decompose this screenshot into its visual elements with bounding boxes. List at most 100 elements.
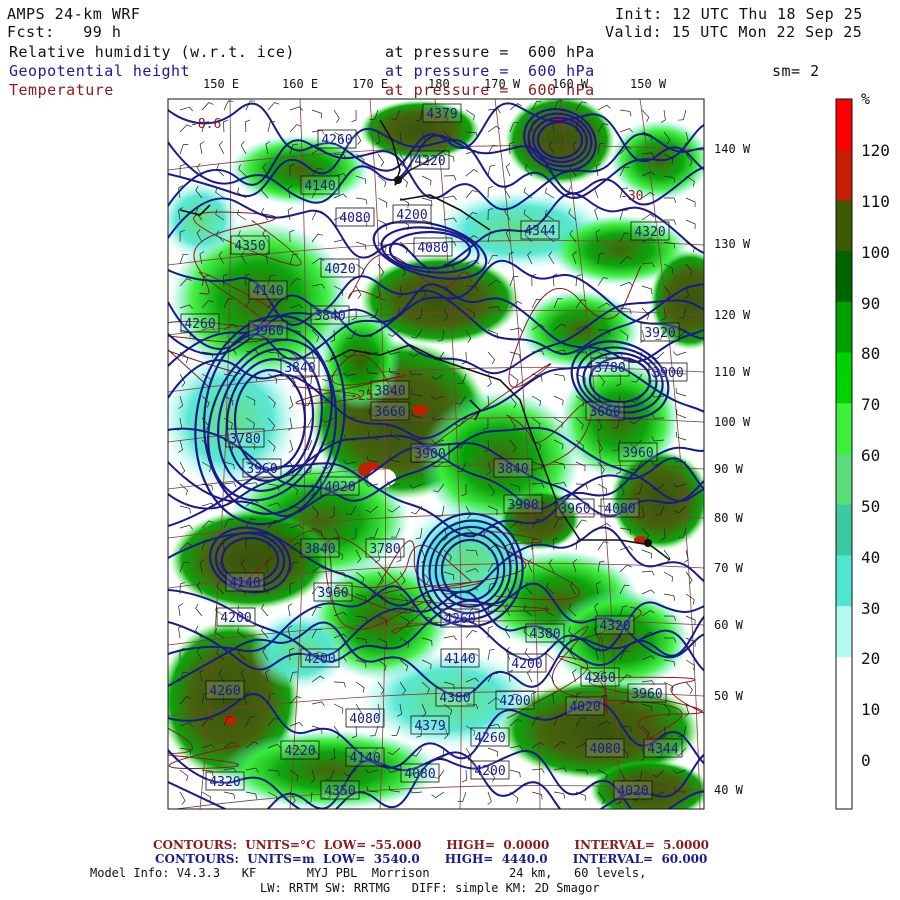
height-contour-label: 3960: [627, 683, 667, 703]
height-contour-label: 4020: [613, 780, 653, 800]
height-value: 3960: [252, 324, 283, 339]
height-contour-label: 4200: [507, 653, 547, 673]
colorbar-label: 30: [861, 599, 881, 618]
height-value: 4380: [529, 627, 560, 642]
height-value: 4140: [444, 652, 475, 667]
height-value: 4020: [324, 480, 355, 495]
height-contour-label: 4260: [580, 667, 620, 687]
height-contour-label: 4140: [225, 572, 265, 592]
height-contour-label: 3780: [225, 428, 265, 448]
height-contour-label: 4080: [600, 498, 640, 518]
height-contour-label: 4020: [320, 258, 360, 278]
height-value: 3960: [246, 462, 277, 477]
height-value: 4140: [304, 179, 335, 194]
colorbar-unit: %: [861, 90, 871, 108]
colorbar-swatch: [836, 99, 852, 151]
height-value: 3960: [622, 446, 653, 461]
humidity-max: [412, 405, 428, 415]
height-value: 4020: [569, 700, 600, 715]
height-contour-label: 4080: [335, 207, 375, 227]
model-info-line2: LW: RRTM SW: RRTMG DIFF: simple KM: 2D S…: [260, 881, 600, 895]
colorbar-label: 80: [861, 344, 881, 363]
height-value: 4379: [426, 107, 457, 122]
height-contour-label: 3960: [555, 498, 595, 518]
colorbar-label: 70: [861, 395, 881, 414]
height-value: 4379: [414, 719, 445, 734]
height-contour-label: 4080: [345, 708, 385, 728]
height-value: 3780: [369, 542, 400, 557]
colorbar-swatch: [836, 555, 852, 607]
height-value: 3840: [497, 462, 528, 477]
height-value: 4260: [584, 671, 615, 686]
colorbar-swatch: [836, 251, 852, 303]
height-contour-label: 4200: [392, 204, 432, 224]
height-value: 4140: [349, 751, 380, 766]
height-contour-label: 4080: [585, 738, 625, 758]
lat-label: 80 W: [714, 511, 743, 525]
height-value: 3660: [374, 405, 405, 420]
height-contour-label: 3900: [648, 362, 688, 382]
height-value: 4350: [324, 784, 355, 799]
lon-label: 160 E: [282, 77, 319, 91]
colorbar-swatch: [836, 656, 852, 709]
height-value: 4260: [209, 684, 240, 699]
height-value: 3920: [644, 326, 675, 341]
height-contour-label: 4200: [470, 760, 510, 780]
height-value: 3960: [317, 586, 348, 601]
height-contour-label: 4260: [180, 313, 220, 333]
height-value: 3780: [229, 432, 260, 447]
colorbar-label: 0: [861, 751, 871, 770]
height-contour-label: 3660: [585, 401, 625, 421]
height-value: 4320: [209, 775, 240, 790]
lat-label: 140 W: [714, 142, 751, 156]
height-value: 4380: [439, 691, 470, 706]
height-contour-label: 4379: [410, 715, 450, 735]
height-contour-label: 4140: [300, 175, 340, 195]
height-value: 4020: [324, 262, 355, 277]
height-value: 4320: [599, 619, 630, 634]
height-contour-label: 4260: [317, 129, 357, 149]
colorbar: [835, 98, 853, 810]
colorbar-label: 50: [861, 497, 881, 516]
colorbar-swatch: [836, 454, 852, 506]
height-contour-label: 3840: [310, 305, 350, 325]
height-contour-label: 3960: [618, 442, 658, 462]
lat-label: 120 W: [714, 308, 751, 322]
height-value: 4260: [444, 612, 475, 627]
colorbar-label: 60: [861, 446, 881, 465]
height-value: 4344: [524, 224, 555, 239]
height-contour-label: 4080: [400, 763, 440, 783]
height-contour-label: 3840: [280, 357, 320, 377]
height-contour-label: 4080: [413, 237, 453, 257]
height-value: 3900: [507, 498, 538, 513]
height-contour-label: 3960: [313, 582, 353, 602]
height-contour-label: 3920: [640, 322, 680, 342]
colorbar-swatch: [836, 504, 852, 556]
height-contour-label: 3660: [370, 401, 410, 421]
height-contour-label: 3900: [410, 443, 450, 463]
lon-label: 150 W: [630, 77, 667, 91]
model-info-line1: Model Info: V4.3.3 KF MYJ PBL Morrison 2…: [90, 866, 647, 880]
height-value: 4220: [414, 154, 445, 169]
colorbar-label: 40: [861, 548, 881, 567]
height-contour-label: 4020: [565, 696, 605, 716]
height-value: 4200: [396, 208, 427, 223]
height-contour-label: 4379: [422, 103, 462, 123]
height-contour-label: 4020: [320, 476, 360, 496]
height-contour-label: 4350: [320, 780, 360, 800]
colorbar-swatch: [836, 707, 852, 759]
height-value: 3780: [594, 361, 625, 376]
weather-map: 4379 4260 4220 4140 4080 4200 4080 4344 4320 4350…: [167, 98, 853, 810]
height-contour-label: 4140: [345, 747, 385, 767]
height-value: 4080: [417, 241, 448, 256]
height-contour-label: 4260: [470, 727, 510, 747]
height-value: 3840: [314, 309, 345, 324]
height-value: 3960: [559, 502, 590, 517]
height-contour-label: 4200: [216, 607, 256, 627]
lon-label: 170 E: [352, 77, 389, 91]
height-value: 4350: [234, 239, 265, 254]
temperature-value: -8.6: [190, 117, 221, 132]
height-contour-info: CONTOURS: UNITS=m LOW= 3540.0 HIGH= 4440…: [155, 852, 708, 866]
height-contour-label: 4140: [248, 280, 288, 300]
colorbar-label: 90: [861, 294, 881, 313]
